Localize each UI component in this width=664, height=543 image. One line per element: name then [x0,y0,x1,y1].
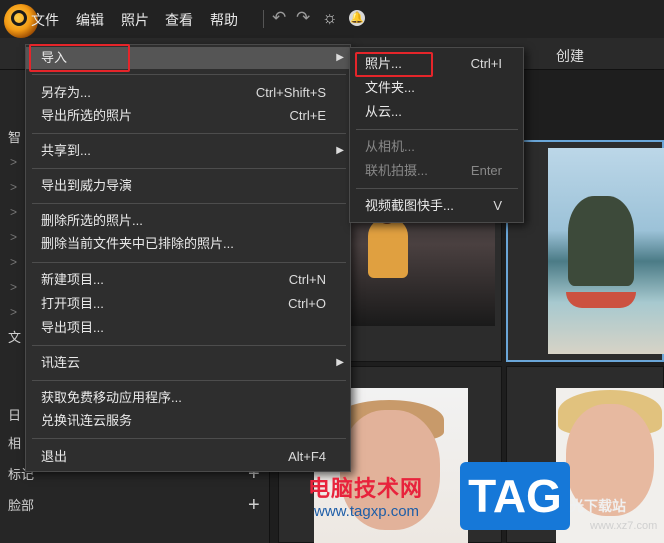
menu-item-label: 退出 [41,449,68,464]
section-label: 文 [8,330,22,345]
menu-item-export-selected[interactable]: 导出所选的照片 Ctrl+E [26,105,350,127]
menu-item-redeem-cloud[interactable]: 兑换讯连云服务 [26,410,350,432]
section-label: 相 [8,436,22,451]
tab-create[interactable]: 创建 [556,46,584,66]
watermark-tag-logo: TAG [460,462,570,530]
undo-icon[interactable]: ↶ [272,8,286,28]
menu-item-label: 从相机... [365,139,415,154]
menu-item-shortcut: Ctrl+Shift+S [255,85,326,100]
menu-separator [32,168,346,169]
submenu-arrow-icon: ▶ [336,52,344,63]
menu-separator [32,262,346,263]
menu-file[interactable]: 文件 [31,10,59,30]
expand-arrow-icon[interactable]: > [10,180,17,194]
menu-item-label: 另存为... [41,85,91,100]
add-face-icon[interactable]: + [248,494,260,517]
left-panel-faces[interactable]: 脸部 [0,494,270,518]
menu-item-label: 删除当前文件夹中已排除的照片... [41,236,234,251]
menu-item-shortcut: Ctrl+E [289,108,326,123]
menu-item-label: 共享到... [41,143,91,158]
watermark-url: www.tagxp.com [314,503,420,520]
menu-item-shortcut: Enter [470,163,502,178]
submenu-item-video-snapshot[interactable]: 视频截图快手... V [350,195,522,217]
menu-separator [356,188,518,189]
toolbar-divider [263,10,264,28]
menu-item-label: 从云... [365,104,402,119]
menu-item-label: 文件夹... [365,80,415,95]
menu-view[interactable]: 查看 [165,10,193,30]
watermark-site-url: www.xz7.com [590,520,658,532]
menu-item-exit[interactable]: 退出 Alt+F4 [26,446,350,468]
menu-separator [32,345,346,346]
menu-item-shortcut: Alt+F4 [288,449,326,464]
menu-edit[interactable]: 编辑 [76,10,104,30]
menu-item-new-project[interactable]: 新建项目... Ctrl+N [26,269,350,291]
submenu-item-from-cloud[interactable]: 从云... [350,101,522,123]
menu-item-delete-selected[interactable]: 删除所选的照片... [26,210,350,232]
menu-help[interactable]: 帮助 [210,10,238,30]
menu-item-export-project[interactable]: 导出项目... [26,317,350,339]
menu-item-shortcut: Ctrl+I [470,56,502,71]
menu-item-label: 导出到威力导演 [41,178,133,193]
submenu-item-folder[interactable]: 文件夹... [350,77,522,99]
submenu-arrow-icon: ▶ [336,145,344,156]
menu-item-delete-excluded[interactable]: 删除当前文件夹中已排除的照片... [26,233,350,255]
highlight-box [355,52,433,77]
menu-separator [32,133,346,134]
menu-item-label: 删除所选的照片... [41,213,143,228]
menu-separator [32,203,346,204]
menu-item-label: 导出所选的照片 [41,108,133,123]
thumbnail-detail [568,196,634,286]
app-logo-ring [11,10,27,26]
menu-item-label: 打开项目... [41,296,104,311]
submenu-item-from-camera: 从相机... [350,136,522,158]
menu-item-label: 获取免费移动应用程序... [41,390,182,405]
expand-arrow-icon[interactable]: > [10,280,17,294]
thumbnail-detail [566,292,636,308]
redo-icon[interactable]: ↷ [296,8,310,28]
menu-item-label: 联机拍摄... [365,163,428,178]
section-label: 智 [8,130,22,145]
expand-arrow-icon[interactable]: > [10,255,17,269]
menu-item-cyberlink-cloud[interactable]: 讯连云 ▶ [26,352,350,374]
expand-arrow-icon[interactable]: > [10,205,17,219]
menu-separator [32,74,346,75]
menu-separator [356,129,518,130]
menu-item-label: 新建项目... [41,272,104,287]
menu-item-shortcut: Ctrl+N [288,272,326,287]
menu-separator [32,380,346,381]
submenu-arrow-icon: ▶ [336,357,344,368]
menu-item-share[interactable]: 共享到... ▶ [26,140,350,162]
menu-item-export-powerdirector[interactable]: 导出到威力导演 [26,175,350,197]
menu-item-label: 导出项目... [41,320,104,335]
bell-icon[interactable]: 🔔 [349,10,365,26]
menu-item-shortcut: V [493,198,502,213]
highlight-box [29,44,130,72]
menu-item-label: 讯连云 [41,355,81,370]
expand-arrow-icon[interactable]: > [10,305,17,319]
menu-item-label: 兑换讯连云服务 [41,413,133,428]
section-label: 脸部 [8,498,35,513]
menu-item-open-project[interactable]: 打开项目... Ctrl+O [26,293,350,315]
menu-separator [32,438,346,439]
section-label: 日 [8,408,22,423]
expand-arrow-icon[interactable]: > [10,155,17,169]
expand-arrow-icon[interactable]: > [10,230,17,244]
watermark-site: 光下载站 [570,498,626,514]
menu-item-get-mobile-app[interactable]: 获取免费移动应用程序... [26,387,350,409]
gear-icon[interactable]: ☼ [322,8,338,28]
menu-item-label: 视频截图快手... [365,198,454,213]
submenu-item-tethered-shooting: 联机拍摄... Enter [350,160,522,182]
menu-item-shortcut: Ctrl+O [288,296,326,311]
thumbnail-detail [368,218,408,278]
menu-photo[interactable]: 照片 [121,10,149,30]
watermark-title: 电脑技术网 [308,476,424,501]
menu-item-save-as[interactable]: 另存为... Ctrl+Shift+S [26,82,350,104]
